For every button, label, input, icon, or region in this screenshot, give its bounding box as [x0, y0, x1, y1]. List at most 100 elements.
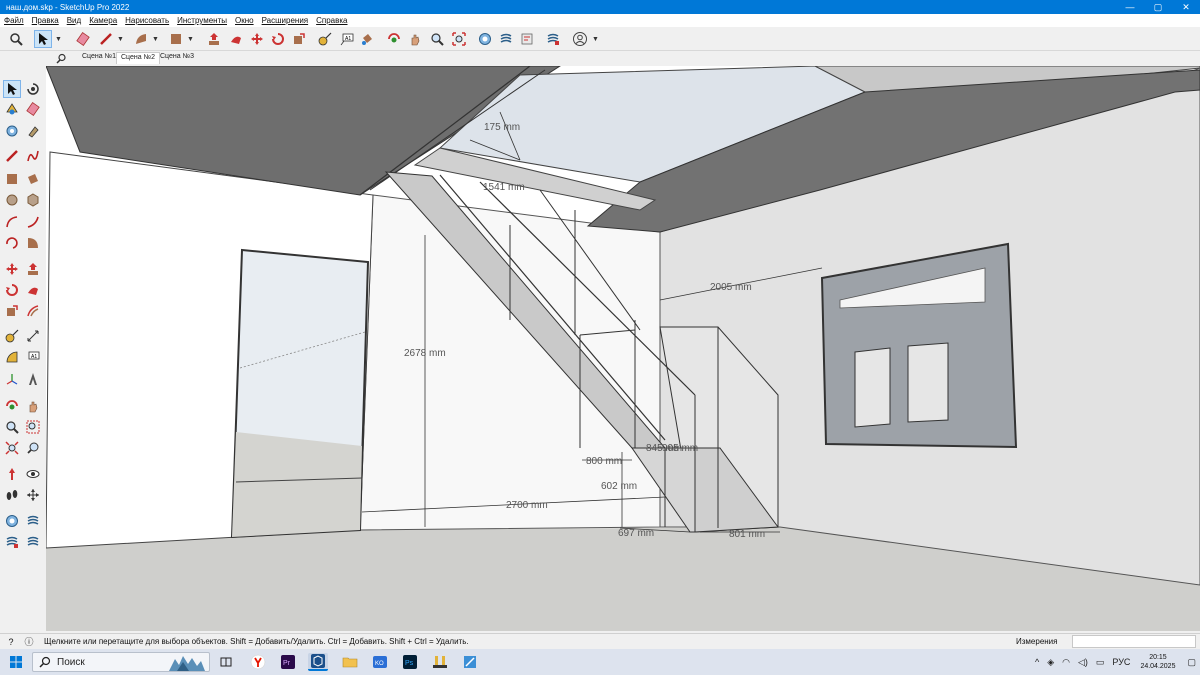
warehouse-tool-icon[interactable] [3, 512, 21, 530]
rotate-tool-icon[interactable] [3, 281, 21, 299]
zoom-icon[interactable] [428, 30, 446, 48]
extension-warehouse-tool-icon[interactable] [3, 533, 21, 551]
tape-measure-tool-icon[interactable] [3, 327, 21, 345]
select-tool-icon[interactable] [34, 30, 52, 48]
yandex-browser-icon[interactable] [248, 653, 268, 671]
zoom-extents-icon[interactable] [450, 30, 468, 48]
move-tool-icon[interactable] [3, 260, 21, 278]
menu-edit[interactable]: Правка [32, 16, 59, 25]
zoom-extents-tool-icon[interactable] [3, 439, 21, 457]
paint-bucket-icon[interactable] [358, 30, 376, 48]
messenger-icon[interactable]: KO [370, 653, 390, 671]
rectangle-icon[interactable] [167, 30, 185, 48]
warehouse-icon[interactable] [476, 30, 494, 48]
close-button[interactable]: ✕ [1172, 0, 1200, 14]
zoom-tool-icon[interactable] [3, 418, 21, 436]
notification-icon[interactable]: ▢ [1187, 657, 1196, 668]
paint-tool-icon[interactable] [3, 122, 21, 140]
protractor-tool-icon[interactable] [3, 348, 21, 366]
scene-search-icon[interactable] [54, 51, 68, 65]
pan-tool-icon[interactable] [24, 397, 42, 415]
menu-file[interactable]: Файл [4, 16, 24, 25]
rotated-rectangle-icon[interactable] [24, 170, 42, 188]
previous-view-tool-icon[interactable] [24, 439, 42, 457]
tray-clock[interactable]: 20:15 24.04.2025 [1140, 653, 1175, 671]
scale-tool-icon[interactable] [3, 302, 21, 320]
menu-help[interactable]: Справка [316, 16, 347, 25]
orbit-icon[interactable] [385, 30, 403, 48]
eraser-tool-icon[interactable] [24, 100, 42, 118]
pinned-app-icon[interactable] [430, 653, 450, 671]
tray-volume-icon[interactable]: ◁) [1078, 657, 1088, 668]
account-dropdown-icon[interactable]: ▼ [592, 30, 599, 48]
orbit-tool-icon[interactable] [24, 80, 42, 98]
account-icon[interactable] [571, 30, 589, 48]
text-tool-icon[interactable]: A1 [338, 30, 356, 48]
follow-me-tool-icon[interactable] [24, 281, 42, 299]
select-tool-icon[interactable] [3, 80, 21, 98]
scale-icon[interactable] [290, 30, 308, 48]
photoshop-icon[interactable]: Ps [400, 653, 420, 671]
premiere-pro-icon[interactable]: Pr [278, 653, 298, 671]
3d-text-tool-icon[interactable] [24, 370, 42, 388]
measurements-input[interactable] [1072, 635, 1196, 648]
arc-dropdown-icon[interactable]: ▼ [152, 30, 159, 48]
make-component-icon[interactable] [3, 100, 21, 118]
tray-wifi-icon[interactable]: ◠ [1062, 657, 1070, 668]
arc-icon[interactable] [132, 30, 150, 48]
layout-icon[interactable] [518, 30, 536, 48]
pencil-icon[interactable] [97, 30, 115, 48]
windows-start-icon[interactable] [6, 653, 26, 671]
sketchup-taskbar-icon[interactable] [308, 653, 328, 671]
follow-me-icon[interactable] [227, 30, 245, 48]
taskbar-search[interactable]: Поиск [32, 652, 210, 672]
extension-manager-tool-icon[interactable] [24, 533, 42, 551]
extension-warehouse-icon[interactable] [497, 30, 515, 48]
menu-tools[interactable]: Инструменты [177, 16, 227, 25]
tray-language[interactable]: РУС [1112, 657, 1130, 667]
dimension-tool-icon[interactable] [24, 327, 42, 345]
push-pull-icon[interactable] [205, 30, 223, 48]
rectangle-tool-icon[interactable] [3, 170, 21, 188]
offset-tool-icon[interactable] [24, 302, 42, 320]
menu-draw[interactable]: Нарисовать [125, 16, 169, 25]
move-icon[interactable] [248, 30, 266, 48]
menu-camera[interactable]: Камера [89, 16, 117, 25]
look-around-icon[interactable] [24, 465, 42, 483]
orbit-tool-2-icon[interactable] [3, 397, 21, 415]
eraser-icon[interactable] [74, 30, 92, 48]
scene-tab-2[interactable]: Сцена №2 [116, 52, 160, 64]
help-icon[interactable]: ? [4, 635, 18, 649]
arc-tool-icon[interactable] [3, 213, 21, 231]
scene-tab-1[interactable]: Сцена №1 [78, 52, 120, 64]
extension-manager-icon[interactable] [544, 30, 562, 48]
tray-bluetooth-icon[interactable]: ◈ [1047, 657, 1054, 668]
walk-tool-icon[interactable] [3, 486, 21, 504]
freehand-tool-icon[interactable] [24, 147, 42, 165]
model-viewport[interactable]: 175 mm 1541 mm 2005 mm 2678 mm 800 mm 84… [46, 66, 1200, 631]
section-plane-icon[interactable] [24, 486, 42, 504]
pan-icon[interactable] [406, 30, 424, 48]
select-dropdown-icon[interactable]: ▼ [55, 30, 62, 48]
search-icon[interactable] [7, 30, 25, 48]
arc-2pt-tool-icon[interactable] [24, 213, 42, 231]
arc-3pt-tool-icon[interactable] [3, 234, 21, 252]
scene-tab-3[interactable]: Сцена №3 [156, 52, 198, 64]
polygon-tool-icon[interactable] [24, 191, 42, 209]
line-tool-icon[interactable] [3, 147, 21, 165]
tray-battery-icon[interactable]: ▭ [1096, 657, 1105, 668]
pie-tool-icon[interactable] [24, 234, 42, 252]
menu-view[interactable]: Вид [67, 16, 81, 25]
minimize-button[interactable]: — [1116, 0, 1144, 14]
maximize-button[interactable]: ▢ [1144, 0, 1172, 14]
layout-app-icon[interactable] [460, 653, 480, 671]
info-icon[interactable]: ⓘ [22, 635, 36, 649]
zoom-window-tool-icon[interactable] [24, 418, 42, 436]
menu-extensions[interactable]: Расширения [262, 16, 309, 25]
rotate-icon[interactable] [269, 30, 287, 48]
axes-tool-icon[interactable] [3, 370, 21, 388]
shape-dropdown-icon[interactable]: ▼ [187, 30, 194, 48]
text-tool-icon[interactable]: A1 [24, 348, 42, 366]
circle-tool-icon[interactable] [3, 191, 21, 209]
file-explorer-icon[interactable] [340, 653, 360, 671]
